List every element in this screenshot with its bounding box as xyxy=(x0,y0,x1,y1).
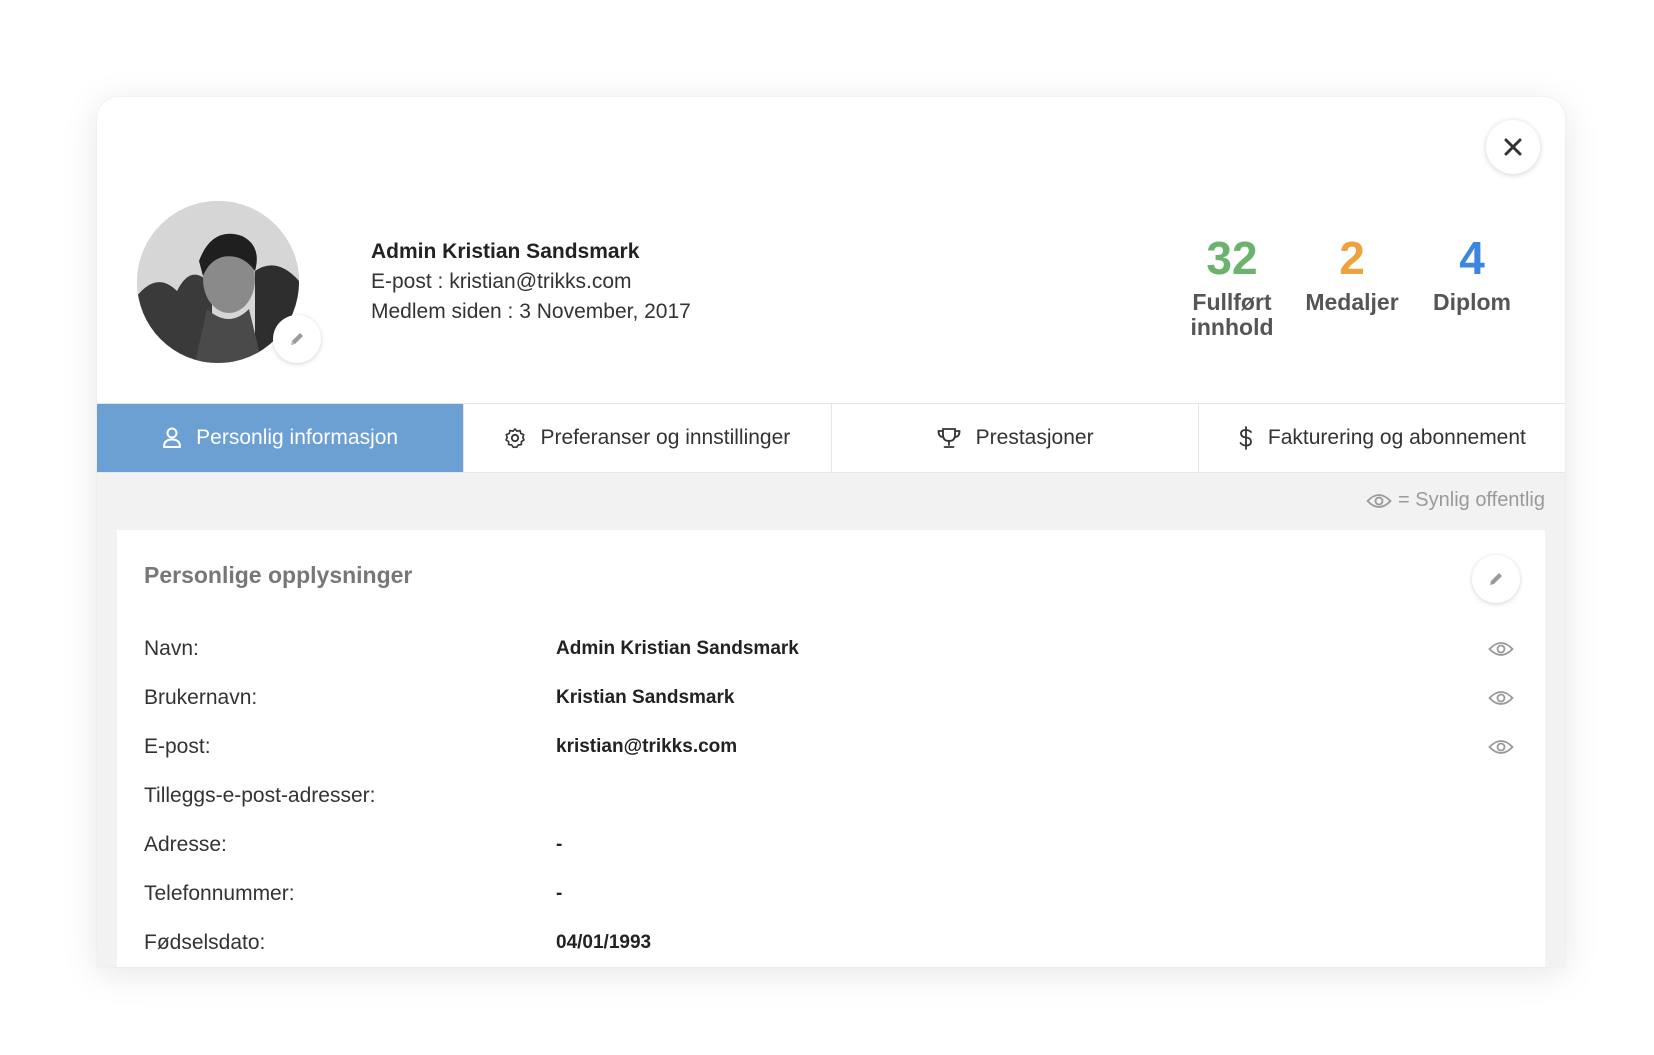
close-button[interactable] xyxy=(1486,120,1540,174)
tab-label: Preferanser og innstillinger xyxy=(540,426,791,449)
row-label: Navn: xyxy=(144,636,199,660)
tab-personal-info[interactable]: Personlig informasjon xyxy=(97,404,465,472)
detail-row-address: Adresse: - xyxy=(144,820,1514,869)
row-value: 04/01/1993 xyxy=(556,931,652,953)
visibility-toggle[interactable] xyxy=(1488,734,1514,760)
member-since: Medlem siden : 3 November, 2017 xyxy=(371,300,691,323)
row-label: Adresse: xyxy=(144,832,227,856)
gear-icon xyxy=(505,428,526,449)
row-label: E-post: xyxy=(144,734,211,758)
detail-row-username: Brukernavn: Kristian Sandsmark xyxy=(144,673,1514,722)
tab-label: Fakturering og abonnement xyxy=(1267,426,1526,449)
tab-label: Personlig informasjon xyxy=(196,426,399,449)
row-label: Fødselsdato: xyxy=(144,930,266,954)
tab-preferences[interactable]: Preferanser og innstillinger xyxy=(464,404,832,472)
row-value: - xyxy=(556,833,563,855)
eye-icon xyxy=(1488,642,1514,656)
row-label: Telefonnummer: xyxy=(144,881,295,905)
stat-label: Medaljer xyxy=(1305,289,1399,315)
tab-bar: Personlig informasjon Preferanser og inn… xyxy=(97,403,1565,473)
trophy-icon xyxy=(937,428,961,448)
visibility-toggle[interactable] xyxy=(1488,685,1514,711)
visibility-legend: = Synlig offentlig xyxy=(1366,489,1545,512)
detail-row-phone: Telefonnummer: - xyxy=(144,869,1514,918)
content-area: = Synlig offentlig Personlige opplysning… xyxy=(97,473,1565,967)
detail-row-name: Navn: Admin Kristian Sandsmark xyxy=(144,624,1514,673)
tab-achievements[interactable]: Prestasjoner xyxy=(832,404,1199,472)
detail-row-birthdate: Fødselsdato: 04/01/1993 xyxy=(144,918,1514,967)
tab-billing[interactable]: Fakturering og abonnement xyxy=(1199,404,1565,472)
row-value: - xyxy=(556,882,563,904)
pencil-icon xyxy=(1490,573,1502,585)
stat-label: Fullført innhold xyxy=(1190,289,1274,340)
row-value: Kristian Sandsmark xyxy=(556,686,735,708)
close-icon xyxy=(1504,138,1522,156)
stat-label: Diplom xyxy=(1433,289,1511,315)
user-info: Admin Kristian Sandsmark E-post : kristi… xyxy=(371,237,691,327)
detail-row-extra-emails: Tilleggs-e-post-adresser: xyxy=(144,771,1514,820)
stat-diplomas: 4 Diplom xyxy=(1412,230,1532,340)
dollar-icon xyxy=(1239,426,1252,450)
stats: 32 Fullført innhold 2 Medaljer 4 Diplom xyxy=(1172,230,1532,340)
legend-text: = Synlig offentlig xyxy=(1398,489,1545,511)
eye-icon xyxy=(1366,493,1392,508)
row-label: Brukernavn: xyxy=(144,685,258,709)
pencil-icon xyxy=(291,333,303,345)
user-icon xyxy=(163,427,182,448)
stat-medals: 2 Medaljer xyxy=(1292,230,1412,340)
row-value: Admin Kristian Sandsmark xyxy=(556,637,799,659)
row-label: Tilleggs-e-post-adresser: xyxy=(144,783,376,807)
profile-card: Admin Kristian Sandsmark E-post : kristi… xyxy=(97,97,1565,967)
detail-row-email: E-post: kristian@trikks.com xyxy=(144,722,1514,771)
visibility-toggle[interactable] xyxy=(1488,636,1514,662)
details-list: Navn: Admin Kristian Sandsmark Brukernav… xyxy=(144,624,1514,967)
stat-value: 2 xyxy=(1339,232,1365,284)
row-value: kristian@trikks.com xyxy=(556,735,738,757)
tab-label: Prestasjoner xyxy=(975,426,1094,449)
user-name: Admin Kristian Sandsmark xyxy=(371,240,640,263)
eye-icon xyxy=(1488,740,1514,754)
personal-details-panel: Personlige opplysninger Navn: Admin Kris… xyxy=(117,530,1545,967)
stat-value: 32 xyxy=(1206,232,1258,284)
panel-title: Personlige opplysninger xyxy=(144,562,413,588)
avatar-container xyxy=(137,201,321,363)
eye-icon xyxy=(1488,691,1514,705)
avatar-edit-button[interactable] xyxy=(273,315,321,363)
stat-completed: 32 Fullført innhold xyxy=(1172,230,1292,340)
edit-details-button[interactable] xyxy=(1472,555,1520,603)
user-email: E-post : kristian@trikks.com xyxy=(371,270,632,293)
stat-value: 4 xyxy=(1459,232,1485,284)
